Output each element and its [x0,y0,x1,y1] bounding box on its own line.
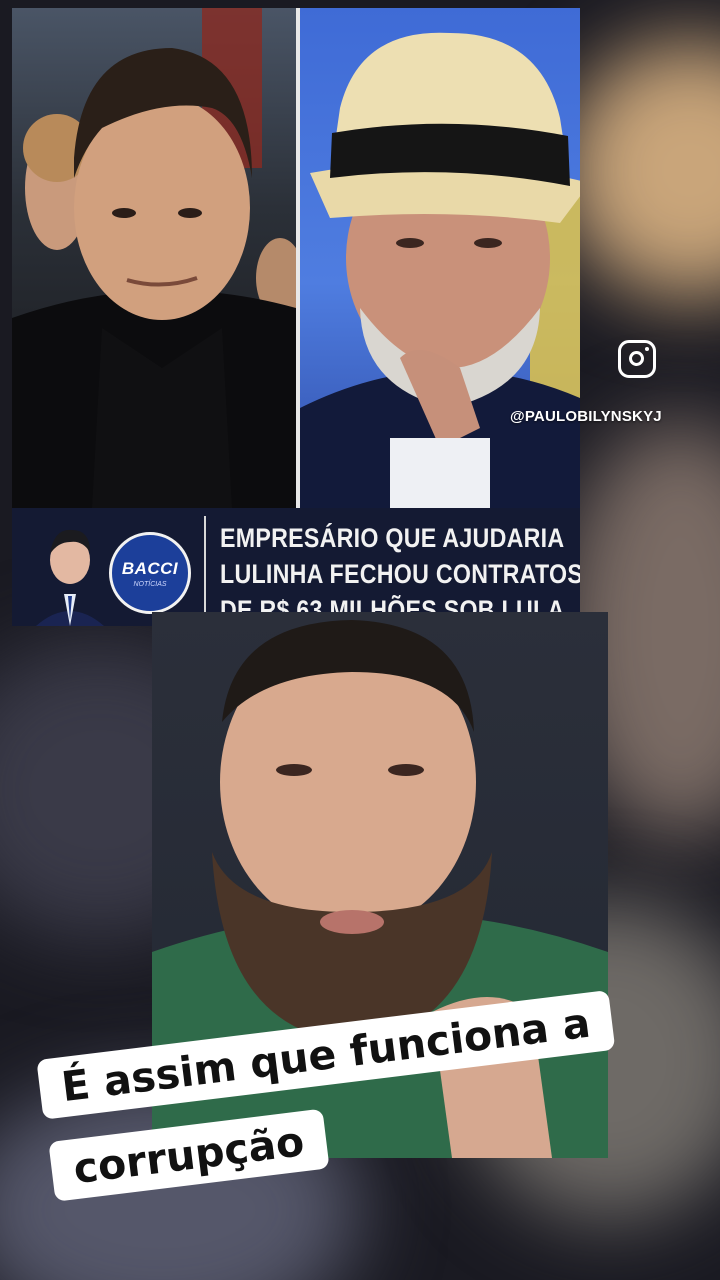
bacci-logo: BACCI NOTÍCIAS [109,532,191,614]
logo-text: BACCI [121,558,179,578]
news-card: BACCI NOTÍCIAS EMPRESÁRIO QUE AJUDARIA L… [12,8,580,626]
headline-line-2: LULINHA FECHOU CONTRATOS [220,559,580,589]
caption-separator [204,516,206,620]
news-headline: EMPRESÁRIO QUE AJUDARIA LULINHA FECHOU C… [220,520,580,626]
instagram-dot [645,347,649,351]
logo-subtext: NOTÍCIAS [133,580,167,588]
instagram-icon [618,340,656,378]
news-caption-bar: BACCI NOTÍCIAS EMPRESÁRIO QUE AJUDARIA L… [12,508,580,626]
photo-lula [300,8,580,508]
photo-businessman [12,8,296,508]
anchor-photo [34,516,106,626]
instagram-lens [629,351,644,366]
headline-line-1: EMPRESÁRIO QUE AJUDARIA [220,523,565,553]
instagram-handle: @PAULOBILYNSKYJ [510,408,662,425]
